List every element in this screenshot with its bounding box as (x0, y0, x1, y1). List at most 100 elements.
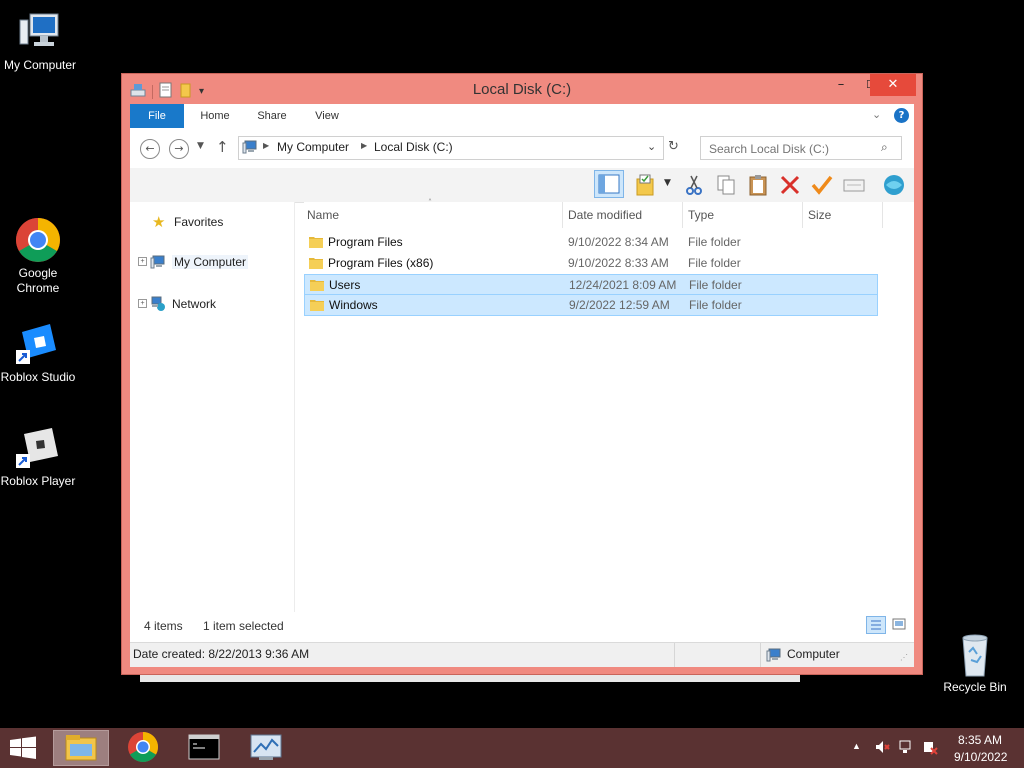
file-type: File folder (689, 278, 742, 292)
status-bar: 4 items 1 item selected (130, 612, 914, 638)
taskbar-resource-monitor[interactable] (239, 730, 295, 766)
file-type: File folder (688, 235, 741, 249)
up-button[interactable]: ↑ (216, 138, 229, 156)
search-icon[interactable]: ⌕ (881, 140, 888, 155)
recycle-bin-icon (951, 630, 999, 678)
location-label: Computer (787, 647, 840, 661)
file-row-selected[interactable]: Users 12/24/2021 8:09 AM File folder (304, 274, 878, 295)
globe-icon[interactable] (882, 173, 906, 197)
help-icon[interactable]: ? (894, 108, 909, 123)
column-divider[interactable] (802, 202, 803, 228)
file-name: Windows (329, 298, 378, 312)
computer-icon (766, 647, 782, 666)
paste-icon[interactable] (746, 173, 770, 197)
details-view-button[interactable] (866, 616, 886, 634)
search-box[interactable]: ⌕ (700, 136, 902, 160)
copy-icon[interactable] (714, 173, 738, 197)
large-icons-view-button[interactable] (890, 616, 910, 634)
file-row[interactable]: Program Files (x86) 9/10/2022 8:33 AM Fi… (304, 253, 878, 273)
network-icon[interactable] (898, 739, 914, 758)
column-header-size[interactable]: Size (808, 208, 831, 222)
folder-icon (310, 298, 324, 311)
address-dropdown-icon[interactable]: ⌄ (647, 140, 656, 153)
desktop-icon-roblox-studio[interactable]: Roblox Studio (0, 320, 78, 385)
desktop-icon-label: Roblox Studio (0, 370, 76, 384)
column-divider[interactable] (882, 202, 883, 228)
roblox-player-icon (14, 424, 62, 472)
title-bar[interactable]: ▾ Local Disk (C:) – ☐ ✕ (122, 74, 922, 104)
organize-icon[interactable] (634, 173, 658, 197)
forward-button[interactable]: → (169, 139, 189, 159)
expand-ribbon-icon[interactable]: ⌄ (872, 108, 881, 121)
column-divider[interactable] (682, 202, 683, 228)
windows-logo-icon (10, 736, 36, 759)
minimize-button[interactable]: – (826, 74, 856, 96)
close-button[interactable]: ✕ (870, 74, 916, 96)
navigation-pane: ★ Favorites + My Computer + Network (130, 202, 295, 612)
tab-share[interactable]: Share (248, 104, 296, 128)
address-bar[interactable]: ▶ My Computer ▶ Local Disk (C:) ⌄ (238, 136, 664, 160)
details-divider (760, 643, 761, 667)
computer-icon (150, 254, 166, 273)
file-date: 9/2/2022 12:59 AM (569, 298, 670, 312)
nav-item-label: My Computer (172, 255, 249, 269)
file-name: Program Files (328, 235, 403, 249)
desktop-icon-google-chrome[interactable]: Google Chrome (0, 216, 78, 296)
desktop-icon-recycle-bin[interactable]: Recycle Bin (935, 630, 1015, 695)
preview-pane-button[interactable] (594, 170, 624, 198)
file-name: Program Files (x86) (328, 256, 434, 270)
cut-icon[interactable] (682, 173, 706, 197)
organize-dropdown-icon[interactable]: ▼ (664, 178, 671, 188)
file-row[interactable]: Program Files 9/10/2022 8:34 AM File fol… (304, 232, 878, 252)
breadcrumb-local-disk[interactable]: Local Disk (C:) (374, 140, 453, 154)
chrome-icon (14, 216, 62, 264)
delete-icon[interactable] (778, 173, 802, 197)
clock-time[interactable]: 8:35 AM (958, 733, 1002, 747)
breadcrumb-my-computer[interactable]: My Computer (277, 140, 349, 154)
desktop-icon-my-computer[interactable]: My Computer (0, 8, 80, 73)
computer-icon (242, 139, 258, 158)
taskbar-file-explorer[interactable] (53, 730, 109, 766)
show-hidden-icons-icon[interactable]: ▲ (852, 741, 861, 751)
clock-date[interactable]: 9/10/2022 (954, 750, 1007, 764)
taskbar-command-prompt[interactable] (177, 730, 233, 766)
column-header-type[interactable]: Type (688, 208, 714, 222)
resize-grip-icon[interactable]: ⋰ (900, 653, 908, 662)
window-content: File Home Share View ⌄ ? ← → ▼ ↑ ▶ My Co… (130, 104, 914, 667)
folder-icon (309, 256, 323, 269)
refresh-button[interactable]: ↻ (668, 139, 679, 154)
volume-muted-icon[interactable] (874, 739, 890, 758)
search-input[interactable] (707, 139, 881, 159)
rename-check-icon[interactable] (810, 173, 834, 197)
column-divider[interactable] (562, 202, 563, 228)
back-button[interactable]: ← (140, 139, 160, 159)
expand-icon[interactable]: + (138, 299, 147, 308)
recent-locations-icon[interactable]: ▼ (197, 141, 204, 151)
column-header-date[interactable]: Date modified (568, 208, 642, 222)
address-row: ← → ▼ ↑ ▶ My Computer ▶ Local Disk (C:) … (130, 128, 914, 168)
tab-home[interactable]: Home (190, 104, 240, 128)
star-icon: ★ (152, 214, 166, 231)
chrome-icon (128, 732, 159, 763)
action-center-icon[interactable] (922, 739, 938, 758)
tab-view[interactable]: View (304, 104, 350, 128)
desktop-icon-roblox-player[interactable]: Roblox Player (0, 424, 78, 489)
desktop-icon-label: Roblox Player (0, 474, 76, 488)
tab-file[interactable]: File (130, 104, 184, 128)
file-row-selected[interactable]: Windows 9/2/2022 12:59 AM File folder (304, 294, 878, 316)
date-created: Date created: 8/22/2013 9:36 AM (133, 647, 310, 661)
properties-icon[interactable] (842, 173, 866, 197)
file-date: 12/24/2021 8:09 AM (569, 278, 677, 292)
start-button[interactable] (8, 736, 38, 760)
breadcrumb-separator: ▶ (361, 141, 368, 150)
ribbon-tabs: File Home Share View ⌄ ? (130, 104, 914, 129)
system-tray: ▲ 8:35 AM 9/10/2022 (848, 728, 1024, 768)
desktop-icon-label: Recycle Bin (943, 680, 1007, 694)
file-date: 9/10/2022 8:34 AM (568, 235, 669, 249)
taskbar-chrome[interactable] (115, 730, 171, 766)
expand-icon[interactable]: + (138, 257, 147, 266)
file-name: Users (329, 278, 361, 292)
window-title: Local Disk (C:) (472, 81, 572, 98)
column-header-name[interactable]: Name (307, 208, 339, 222)
file-list: ˄ Name Date modified Type Size Program F… (304, 198, 914, 612)
